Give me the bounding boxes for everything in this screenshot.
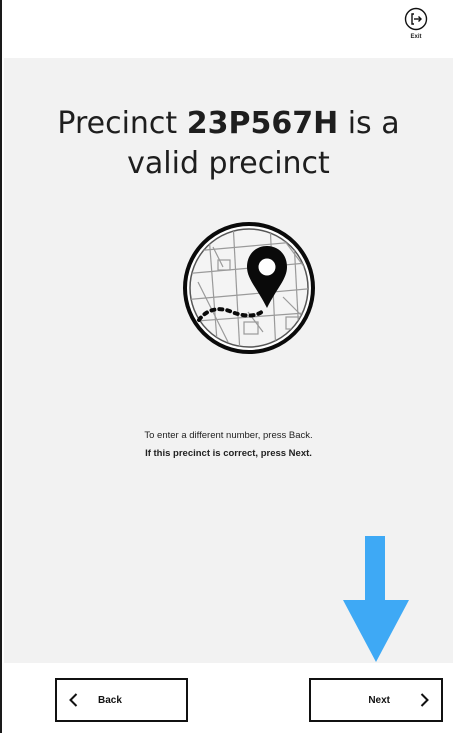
back-button[interactable]: Back xyxy=(55,678,188,722)
title-prefix: Precinct xyxy=(57,106,187,141)
chevron-left-icon xyxy=(69,693,78,707)
kiosk-screen: Exit Precinct 23P567H is a valid precinc… xyxy=(0,0,453,733)
instruction-back-text: To enter a different number, press Back. xyxy=(144,430,313,441)
exit-icon xyxy=(404,7,428,31)
exit-button[interactable]: Exit xyxy=(401,7,431,51)
next-button[interactable]: Next xyxy=(309,678,443,722)
top-bar: Exit xyxy=(4,0,453,58)
map-pin-icon xyxy=(183,222,315,354)
page-title: Precinct 23P567H is a valid precinct xyxy=(4,104,453,184)
main-content: Precinct 23P567H is a valid precinct To … xyxy=(4,58,453,663)
arrow-down-icon xyxy=(343,536,409,662)
title-line-2: valid precinct xyxy=(127,146,330,181)
precinct-number: 23P567H xyxy=(186,106,339,141)
instruction-next-text: If this precinct is correct, press Next. xyxy=(145,448,312,459)
back-button-label: Back xyxy=(98,694,122,706)
exit-label: Exit xyxy=(410,34,422,40)
next-button-label: Next xyxy=(368,694,390,706)
instructions: To enter a different number, press Back.… xyxy=(4,427,453,463)
title-suffix: is a xyxy=(338,106,400,141)
chevron-right-icon xyxy=(420,693,429,707)
bottom-navigation: Back Next xyxy=(4,663,453,733)
